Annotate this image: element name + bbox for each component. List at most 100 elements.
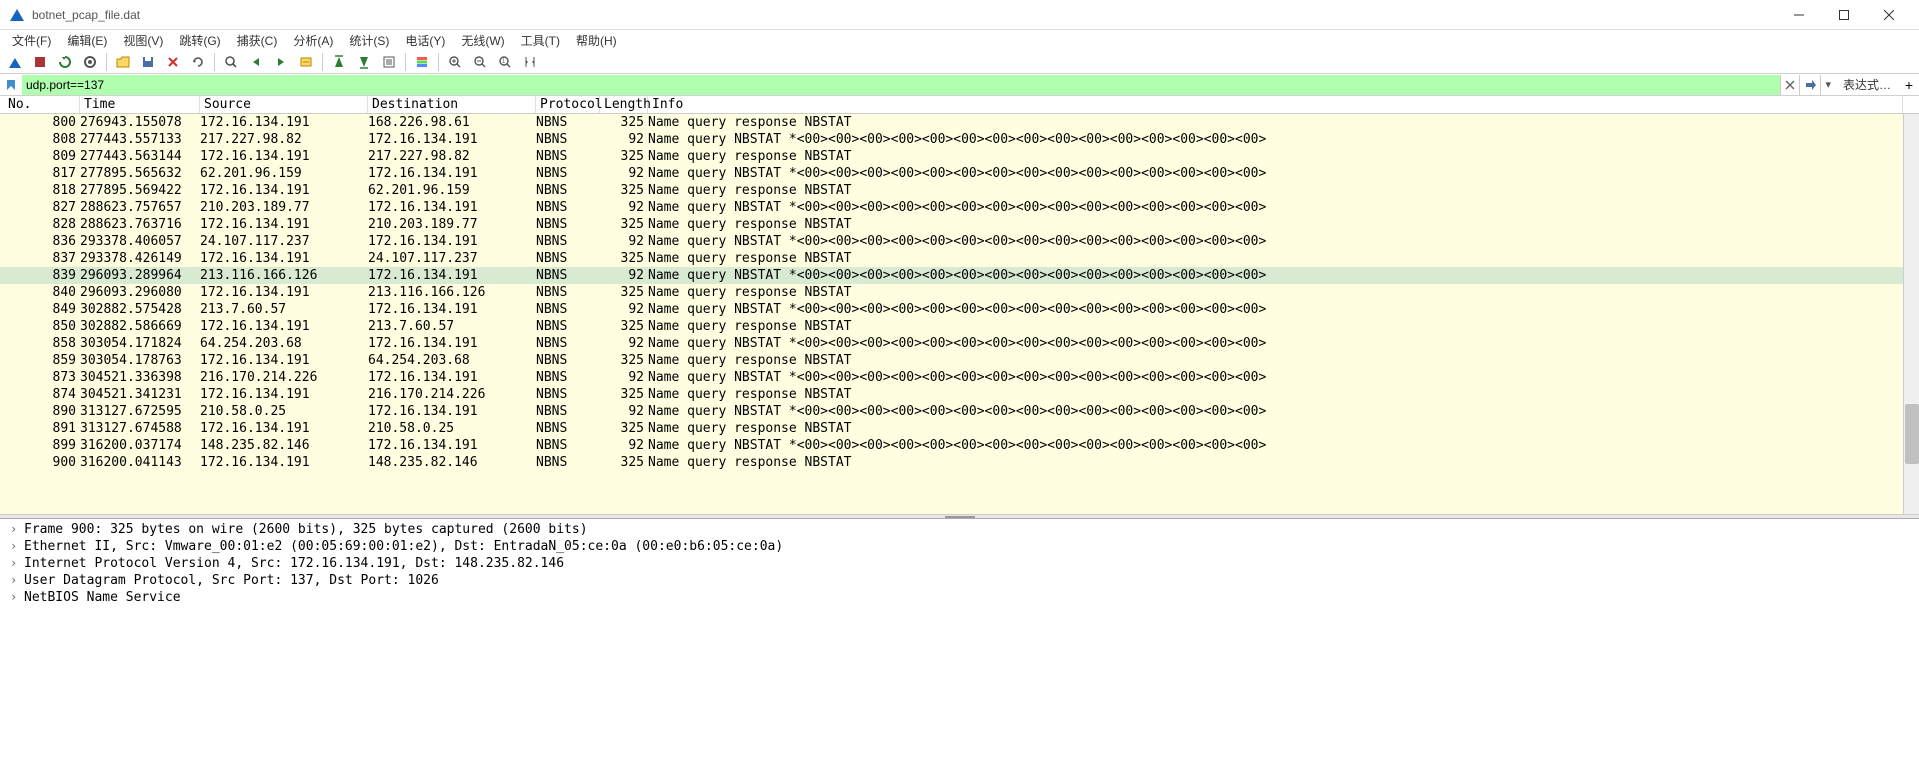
table-row[interactable]: 839296093.289964213.116.166.126172.16.13…: [0, 267, 1919, 284]
go-last-icon[interactable]: [353, 51, 375, 73]
cell-info: Name query NBSTAT *<00><00><00><00><00><…: [648, 404, 1915, 419]
open-file-icon[interactable]: [112, 51, 134, 73]
cell-time: 304521.341231: [80, 387, 200, 402]
table-row[interactable]: 818277895.569422172.16.134.19162.201.96.…: [0, 182, 1919, 199]
table-row[interactable]: 899316200.037174148.235.82.146172.16.134…: [0, 437, 1919, 454]
go-back-icon[interactable]: [245, 51, 267, 73]
colorize-icon[interactable]: [411, 51, 433, 73]
find-icon[interactable]: [220, 51, 242, 73]
stop-capture-icon[interactable]: [29, 51, 51, 73]
menu-item-1[interactable]: 编辑(E): [59, 30, 115, 51]
cell-length: 92: [600, 370, 648, 385]
cell-info: Name query NBSTAT *<00><00><00><00><00><…: [648, 200, 1915, 215]
add-filter-button[interactable]: +: [1899, 77, 1919, 93]
filter-apply-icon[interactable]: [1799, 75, 1820, 95]
tree-item[interactable]: NetBIOS Name Service: [6, 589, 1913, 606]
table-row[interactable]: 890313127.672595210.58.0.25172.16.134.19…: [0, 403, 1919, 420]
cell-time: 293378.426149: [80, 251, 200, 266]
table-row[interactable]: 849302882.575428213.7.60.57172.16.134.19…: [0, 301, 1919, 318]
cell-destination: 62.201.96.159: [368, 183, 536, 198]
cell-info: Name query response NBSTAT: [648, 455, 1915, 470]
close-file-icon[interactable]: [162, 51, 184, 73]
col-no[interactable]: No.: [4, 96, 80, 113]
display-filter-input[interactable]: [22, 75, 1780, 95]
cell-length: 325: [600, 319, 648, 334]
cell-info: Name query NBSTAT *<00><00><00><00><00><…: [648, 166, 1915, 181]
zoom-reset-icon[interactable]: 1: [494, 51, 516, 73]
cell-protocol: NBNS: [536, 268, 600, 283]
go-to-packet-icon[interactable]: [295, 51, 317, 73]
cell-length: 325: [600, 115, 648, 130]
menu-item-3[interactable]: 跳转(G): [171, 30, 228, 51]
cell-length: 325: [600, 217, 648, 232]
scroll-thumb[interactable]: [1905, 404, 1919, 464]
table-row[interactable]: 817277895.56563262.201.96.159172.16.134.…: [0, 165, 1919, 182]
menu-item-5[interactable]: 分析(A): [285, 30, 341, 51]
menu-item-2[interactable]: 视图(V): [115, 30, 171, 51]
cell-protocol: NBNS: [536, 285, 600, 300]
maximize-button[interactable]: [1821, 0, 1866, 30]
table-row[interactable]: 840296093.296080172.16.134.191213.116.16…: [0, 284, 1919, 301]
table-row[interactable]: 808277443.557133217.227.98.82172.16.134.…: [0, 131, 1919, 148]
table-row[interactable]: 837293378.426149172.16.134.19124.107.117…: [0, 250, 1919, 267]
cell-source: 172.16.134.191: [200, 251, 368, 266]
tree-item[interactable]: Frame 900: 325 bytes on wire (2600 bits)…: [6, 521, 1913, 538]
packet-scrollbar[interactable]: [1903, 114, 1919, 514]
capture-options-icon[interactable]: [79, 51, 101, 73]
cell-length: 325: [600, 285, 648, 300]
filter-clear-icon[interactable]: [1780, 75, 1799, 95]
close-button[interactable]: [1866, 0, 1911, 30]
menu-item-6[interactable]: 统计(S): [341, 30, 397, 51]
tree-item[interactable]: Ethernet II, Src: Vmware_00:01:e2 (00:05…: [6, 538, 1913, 555]
col-source[interactable]: Source: [200, 96, 368, 113]
menu-item-0[interactable]: 文件(F): [4, 30, 59, 51]
table-row[interactable]: 836293378.40605724.107.117.237172.16.134…: [0, 233, 1919, 250]
cell-protocol: NBNS: [536, 166, 600, 181]
go-forward-icon[interactable]: [270, 51, 292, 73]
col-time[interactable]: Time: [80, 96, 200, 113]
table-row[interactable]: 828288623.763716172.16.134.191210.203.18…: [0, 216, 1919, 233]
menu-item-10[interactable]: 帮助(H): [568, 30, 625, 51]
table-row[interactable]: 800276943.155078172.16.134.191168.226.98…: [0, 114, 1919, 131]
go-first-icon[interactable]: [328, 51, 350, 73]
zoom-out-icon[interactable]: [469, 51, 491, 73]
table-row[interactable]: 900316200.041143172.16.134.191148.235.82…: [0, 454, 1919, 471]
resize-columns-icon[interactable]: [519, 51, 541, 73]
restart-capture-icon[interactable]: [54, 51, 76, 73]
save-file-icon[interactable]: [137, 51, 159, 73]
cell-time: 276943.155078: [80, 115, 200, 130]
cell-protocol: NBNS: [536, 183, 600, 198]
table-row[interactable]: 827288623.757657210.203.189.77172.16.134…: [0, 199, 1919, 216]
table-row[interactable]: 874304521.341231172.16.134.191216.170.21…: [0, 386, 1919, 403]
menu-item-8[interactable]: 无线(W): [453, 30, 512, 51]
start-capture-icon[interactable]: [4, 51, 26, 73]
zoom-in-icon[interactable]: [444, 51, 466, 73]
col-info[interactable]: Info: [648, 96, 1903, 113]
window-controls: [1776, 0, 1911, 30]
table-row[interactable]: 850302882.586669172.16.134.191213.7.60.5…: [0, 318, 1919, 335]
table-row[interactable]: 891313127.674588172.16.134.191210.58.0.2…: [0, 420, 1919, 437]
cell-destination: 64.254.203.68: [368, 353, 536, 368]
table-row[interactable]: 809277443.563144172.16.134.191217.227.98…: [0, 148, 1919, 165]
col-destination[interactable]: Destination: [368, 96, 536, 113]
minimize-button[interactable]: [1776, 0, 1821, 30]
tree-item[interactable]: User Datagram Protocol, Src Port: 137, D…: [6, 572, 1913, 589]
cell-destination: 172.16.134.191: [368, 132, 536, 147]
table-row[interactable]: 858303054.17182464.254.203.68172.16.134.…: [0, 335, 1919, 352]
tree-item[interactable]: Internet Protocol Version 4, Src: 172.16…: [6, 555, 1913, 572]
filter-recent-icon[interactable]: ▾: [1820, 75, 1835, 95]
col-length[interactable]: Length: [600, 96, 648, 113]
col-protocol[interactable]: Protocol: [536, 96, 600, 113]
menu-item-9[interactable]: 工具(T): [513, 30, 568, 51]
packet-details-pane[interactable]: Frame 900: 325 bytes on wire (2600 bits)…: [0, 519, 1919, 778]
table-row[interactable]: 873304521.336398216.170.214.226172.16.13…: [0, 369, 1919, 386]
reload-icon[interactable]: [187, 51, 209, 73]
menu-item-4[interactable]: 捕获(C): [229, 30, 286, 51]
menu-item-7[interactable]: 电话(Y): [397, 30, 453, 51]
expression-button[interactable]: 表达式…: [1835, 76, 1899, 93]
auto-scroll-icon[interactable]: [378, 51, 400, 73]
filter-bookmark-icon[interactable]: [0, 74, 22, 96]
packet-list-body[interactable]: 800276943.155078172.16.134.191168.226.98…: [0, 114, 1919, 514]
cell-time: 277895.565632: [80, 166, 200, 181]
table-row[interactable]: 859303054.178763172.16.134.19164.254.203…: [0, 352, 1919, 369]
